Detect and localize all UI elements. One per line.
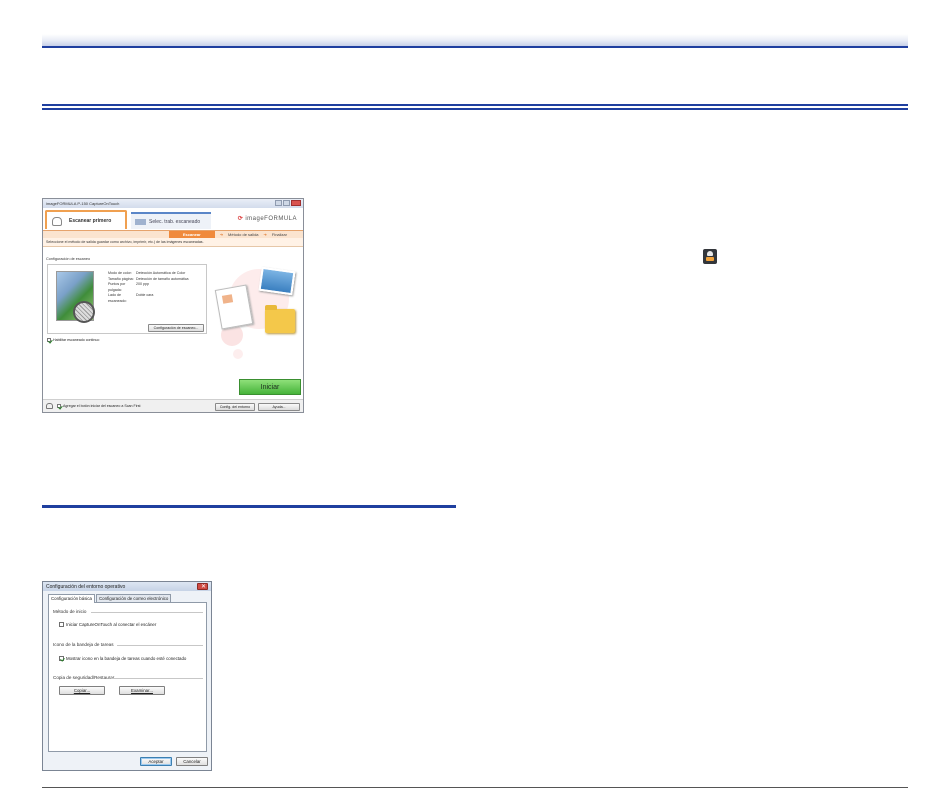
header-band: [42, 34, 908, 48]
step-bar: Escanear ➔ Método de salida ➔ Finalizar: [43, 230, 303, 238]
environment-settings-button[interactable]: Config. del entorno: [215, 403, 255, 411]
group-divider: [111, 678, 203, 679]
document-illustration-icon: [214, 284, 254, 330]
start-on-connect-label: Iniciar CaptureOnTouch al conectar el es…: [66, 622, 157, 627]
setting-row: Lado de escaneado: Doble cara: [108, 293, 189, 304]
captureontouch-window: imageFORMULA P-150 CaptureOnTouch Escane…: [42, 198, 304, 413]
cancel-button[interactable]: Cancelar: [176, 757, 208, 766]
step-scan: Escanear: [168, 231, 215, 238]
window-controls: [275, 200, 301, 206]
continuous-scan-label: Habilitar escaneado continuo: [53, 338, 100, 342]
continuous-scan-option[interactable]: Habilitar escaneado continuo: [47, 338, 99, 342]
brand-mark-icon: ⟳: [237, 216, 244, 222]
add-scan-first-checkbox[interactable]: [57, 404, 61, 408]
show-tray-icon-label: Mostrar icono en la bandeja de tareas cu…: [66, 656, 187, 661]
start-on-connect-option[interactable]: Iniciar CaptureOnTouch al conectar el es…: [59, 622, 156, 627]
decorative-bubble: [233, 349, 243, 359]
dialog-tab-panel: Método de inicio Iniciar CaptureOnTouch …: [48, 602, 207, 752]
window-header: Escanear primero Selec. trab. escaneado …: [43, 208, 303, 230]
folder-illustration-icon: [265, 305, 295, 333]
hand-pointer-icon: [52, 217, 62, 226]
group-divider: [91, 612, 203, 613]
section-rule: [42, 505, 456, 508]
environment-settings-dialog: Configuración del entorno operativo Conf…: [42, 581, 212, 771]
scan-config-title: Configuración de escaneo: [46, 257, 91, 261]
tab-select-scan-job[interactable]: Selec. trab. escaneado: [131, 212, 211, 229]
scanner-icon: [135, 219, 146, 225]
minimize-button[interactable]: [275, 200, 282, 206]
dialog-titlebar: Configuración del entorno operativo: [43, 582, 211, 591]
window-title: imageFORMULA P-150 CaptureOnTouch: [46, 201, 120, 206]
setting-value: Doble cara: [136, 293, 154, 297]
setting-key: Puntos por pulgada:: [108, 282, 126, 292]
dialog-close-button[interactable]: [197, 583, 208, 590]
scan-config-button[interactable]: Configuración de escaneo...: [148, 324, 204, 332]
environment-settings-label: Config. del entorno: [219, 405, 251, 409]
setting-key: Lado de escaneado:: [108, 293, 127, 303]
start-button[interactable]: Iniciar: [239, 379, 301, 395]
group-divider: [117, 645, 203, 646]
start-on-connect-checkbox[interactable]: [59, 622, 64, 627]
step-finish: Finalizar: [271, 232, 287, 237]
add-scan-first-label: Agregar el botón iniciar del escaneo a S…: [63, 404, 141, 408]
brand-logo: ⟳ imageFORMULA: [238, 215, 297, 222]
help-label: Ayuda...: [272, 405, 286, 409]
step-arrow-icon: ➔: [219, 232, 224, 237]
ok-button[interactable]: Aceptar: [140, 757, 172, 766]
tab-scan-first-label: Escanear primero: [69, 218, 112, 224]
browse-button-label: Examinar...: [131, 688, 153, 693]
scan-config-panel: Modo de color: Detección Automática de C…: [47, 264, 207, 334]
copy-button-label: Copiar...: [73, 688, 91, 693]
header-double-rule: [42, 104, 908, 110]
captureontouch-tray-icon: [703, 249, 717, 264]
hand-pointer-icon: [46, 403, 53, 409]
brand-name: imageFORMULA: [245, 216, 297, 222]
tab-select-scan-job-label: Selec. trab. escaneado: [149, 219, 201, 225]
close-button[interactable]: [291, 200, 301, 206]
show-tray-icon-option[interactable]: Mostrar icono en la bandeja de tareas cu…: [59, 656, 186, 661]
setting-row: Puntos por pulgada: 200 ppp: [108, 282, 189, 293]
photo-illustration-icon: [258, 266, 296, 296]
window-titlebar: imageFORMULA P-150 CaptureOnTouch: [43, 199, 303, 208]
show-tray-icon-checkbox[interactable]: [59, 656, 64, 661]
tab-scan-first[interactable]: Escanear primero: [45, 210, 127, 229]
step-arrow-icon: ➔: [263, 232, 267, 237]
window-footer: Agregar el botón iniciar del escaneo a S…: [43, 399, 303, 412]
footer-rule: [42, 787, 908, 788]
instruction-text: Seleccione el método de salida guardar c…: [43, 238, 303, 247]
scan-settings-list: Modo de color: Detección Automática de C…: [108, 271, 189, 304]
tab-basic-settings[interactable]: Configuración básica: [48, 594, 96, 603]
maximize-button[interactable]: [283, 200, 290, 206]
step-output-method: Método de salida: [228, 232, 259, 237]
setting-value: 200 ppp: [136, 282, 149, 286]
browse-button[interactable]: Examinar...: [119, 686, 165, 695]
duplex-indicator-icon: [73, 301, 95, 323]
help-button[interactable]: Ayuda...: [258, 403, 300, 411]
continuous-scan-checkbox[interactable]: [47, 338, 51, 342]
copy-button[interactable]: Copiar...: [59, 686, 105, 695]
dialog-title: Configuración del entorno operativo: [46, 583, 126, 590]
